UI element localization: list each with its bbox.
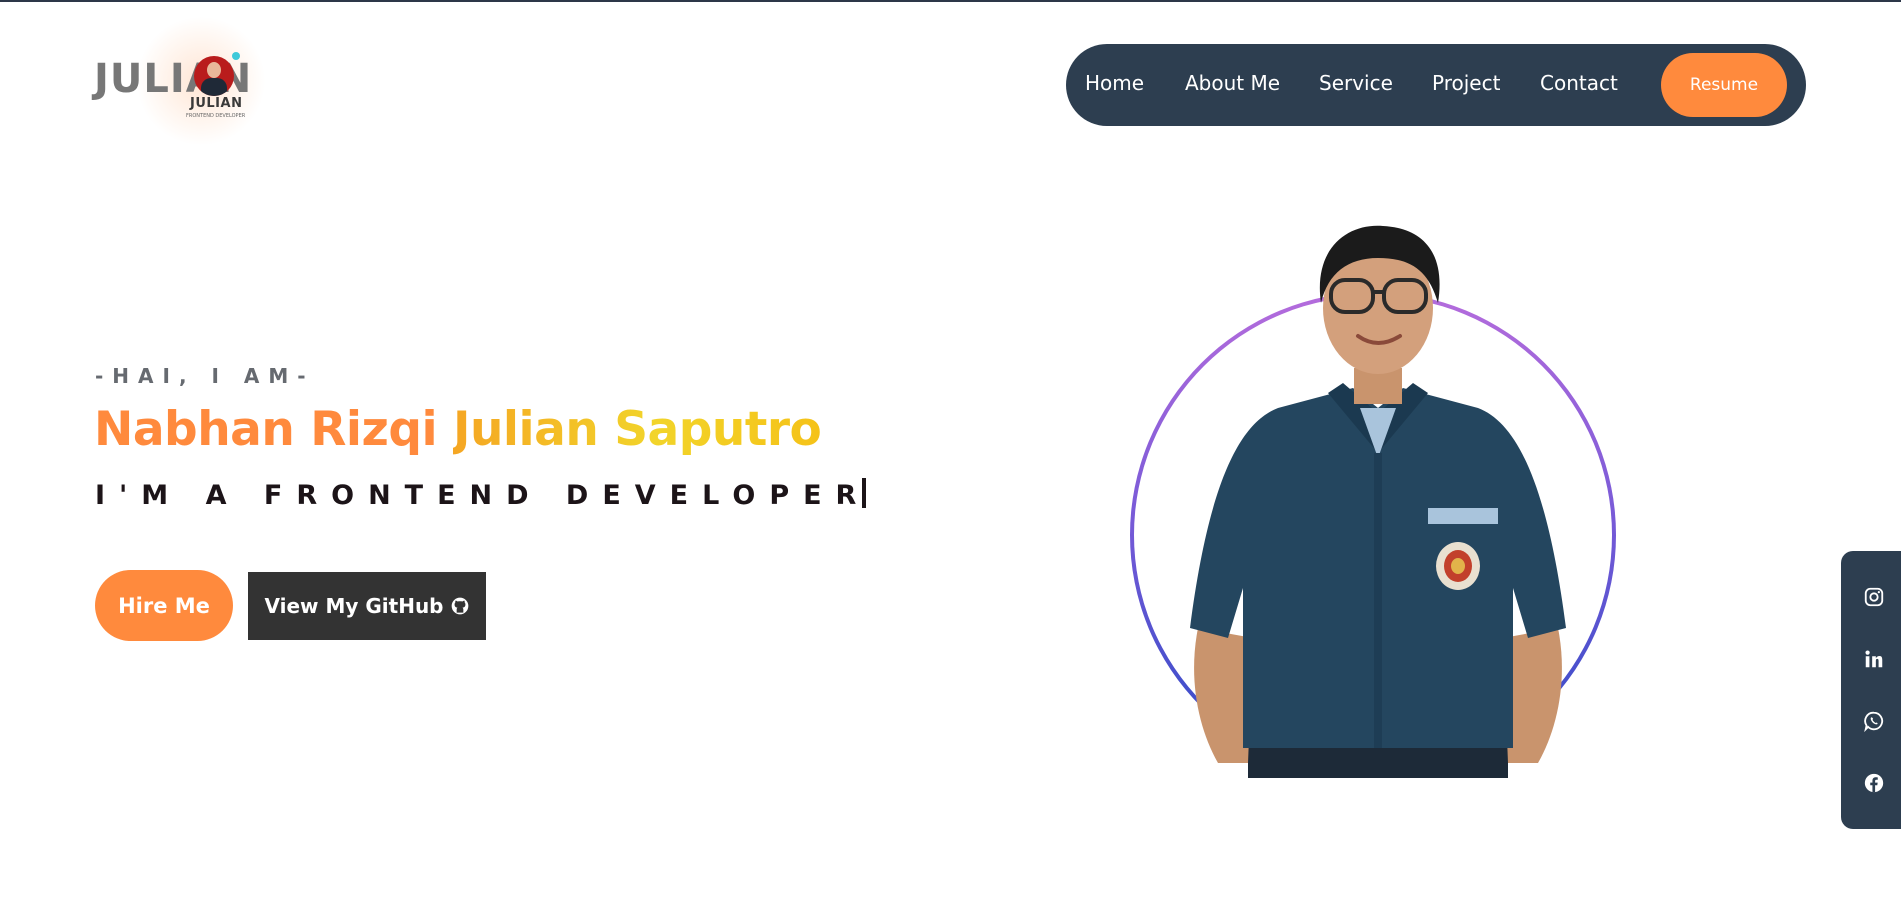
logo-tagline: FRONTEND DEVELOPER [186,113,246,119]
nav-link-project[interactable]: Project [1432,71,1500,95]
hero-role-text: I'M A FRONTEND DEVELOPER [95,480,871,511]
github-icon [451,597,468,615]
top-border-line [0,0,1901,2]
social-sidebar [1841,551,1901,829]
logo-badge-name: JULIAN [190,96,243,111]
instagram-icon[interactable] [1863,586,1885,608]
hire-me-button[interactable]: Hire Me [95,570,233,641]
profile-portrait [1128,208,1628,778]
resume-button[interactable]: Resume [1661,53,1787,117]
whatsapp-icon[interactable] [1863,710,1885,732]
typing-cursor [862,478,867,508]
hero-name-first: Nabhan Rizqi [94,402,438,457]
nav-link-home[interactable]: Home [1085,71,1144,95]
hero-role-typing: I'M A FRONTEND DEVELOPER [95,478,867,511]
nav-link-service[interactable]: Service [1319,71,1393,95]
nav-link-contact[interactable]: Contact [1540,71,1618,95]
hero-name: Nabhan Rizqi Julian Saputro [94,402,822,457]
logo-dot [232,52,240,60]
site-logo[interactable]: JULIAN JULIAN FRONTEND DEVELOPER [94,16,274,146]
nav-link-about-me[interactable]: About Me [1185,71,1280,95]
logo-avatar [194,56,234,96]
linkedin-icon[interactable] [1863,648,1885,670]
github-button-label: View My GitHub [264,594,444,618]
hero-greeting: -HAI, I AM- [95,364,315,388]
view-github-button[interactable]: View My GitHub [248,572,486,640]
profile-photo [1190,225,1566,778]
main-nav: Home About Me Service Project Contact Re… [1066,44,1806,126]
hero-name-last: Julian Saputro [452,402,822,457]
facebook-icon[interactable] [1863,772,1885,794]
